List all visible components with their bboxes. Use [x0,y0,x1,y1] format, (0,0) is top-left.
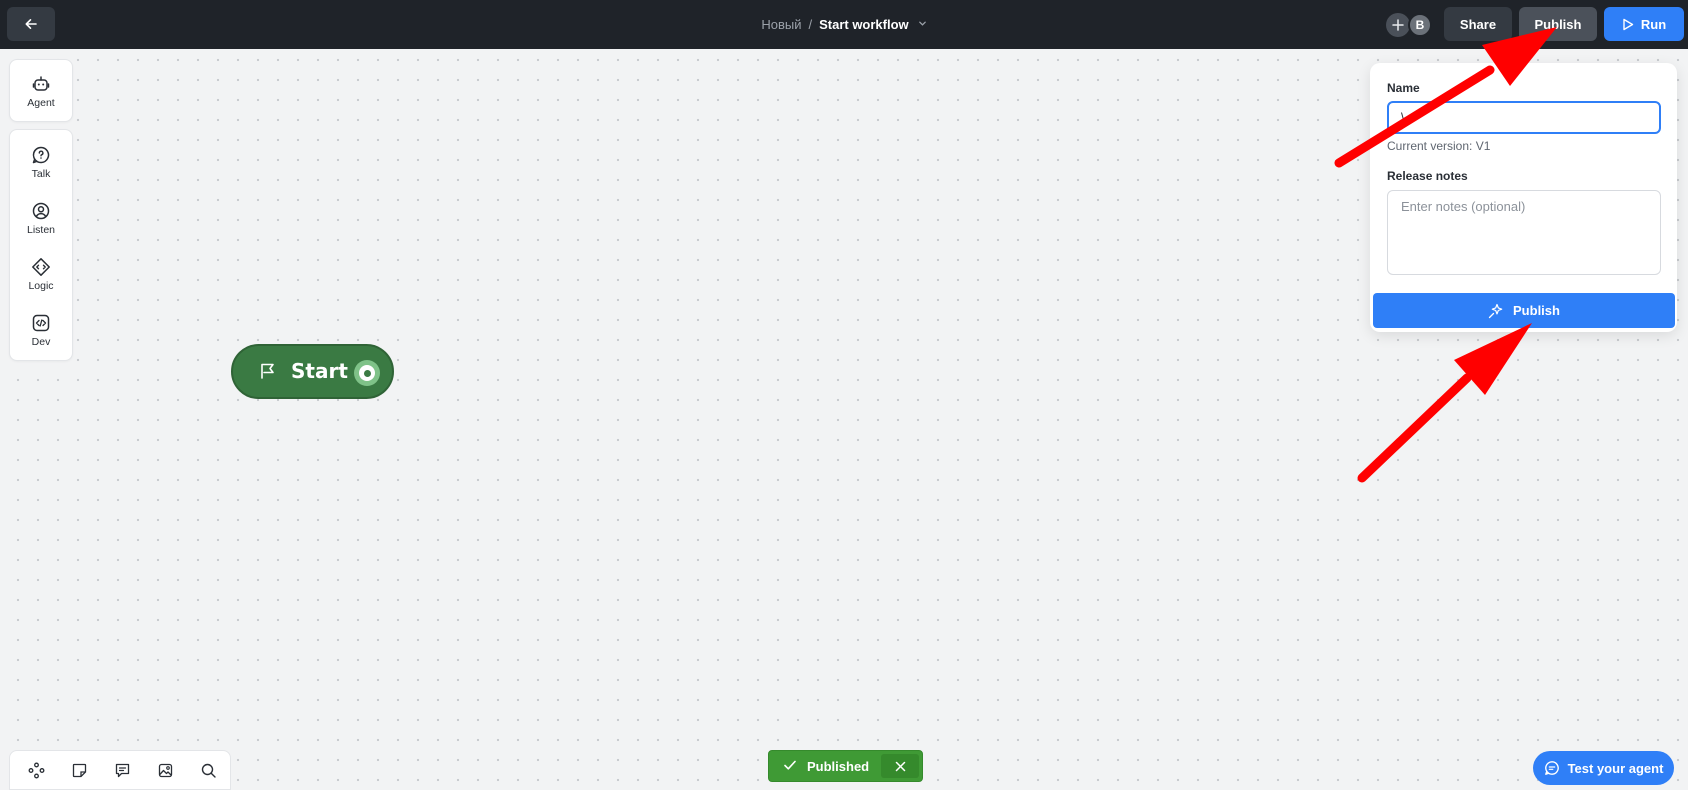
flag-icon [261,363,274,379]
start-node-output-port[interactable] [354,360,380,386]
diamond-arrows-icon [32,257,50,276]
publish-button[interactable]: Publish [1519,7,1597,41]
agent-toolbox: Agent [9,59,73,122]
tool-listen[interactable]: Listen [10,193,72,243]
start-node[interactable]: Start [231,344,394,399]
tool-label: Listen [26,223,56,236]
comment-icon[interactable] [112,760,132,780]
top-bar: Новый / Start workflow B Share Publish R… [0,0,1688,49]
tool-label: Agent [27,96,55,109]
image-icon[interactable] [155,760,175,780]
name-label: Name [1387,81,1420,95]
back-button[interactable] [7,7,55,41]
close-icon [895,761,905,771]
publish-panel: Name Current version: V1 Release notes P… [1370,63,1677,332]
sticky-note-icon[interactable] [69,760,89,780]
share-button[interactable]: Share [1444,7,1512,41]
tool-talk[interactable]: Talk [10,137,72,187]
breadcrumb-parent[interactable]: Новый [761,17,801,32]
current-version-text: Current version: V1 [1387,139,1491,153]
steps-toolbox: Talk Listen Logic Dev [9,129,73,361]
tool-label: Dev [31,335,51,348]
search-icon[interactable] [198,760,218,780]
tool-dev[interactable]: Dev [10,305,72,355]
version-name-input[interactable] [1387,101,1661,134]
workflow-title[interactable]: Start workflow [819,17,909,32]
run-button[interactable]: Run [1604,7,1684,41]
toast-close-button[interactable] [881,754,919,778]
test-agent-label: Test your agent [1567,760,1664,776]
avatar[interactable]: B [1408,13,1432,37]
sparkle-icon [1488,303,1503,318]
chat-icon [1544,761,1559,775]
tool-logic[interactable]: Logic [10,249,72,299]
test-agent-button[interactable]: Test your agent [1533,751,1674,785]
tool-agent[interactable]: Agent [10,66,72,116]
published-toast: Published [768,750,923,782]
speech-bubble-icon [32,146,50,163]
tool-label: Logic [28,279,54,292]
add-collaborator-button[interactable] [1386,13,1410,37]
check-icon [784,760,796,770]
release-notes-label: Release notes [1387,169,1468,183]
release-notes-input[interactable] [1387,190,1661,275]
breadcrumb-separator: / [808,17,813,32]
confirm-publish-button[interactable]: Publish [1373,293,1675,328]
run-label: Run [1640,16,1667,32]
annotation-arrow-bottom [1357,323,1532,483]
breadcrumb: Новый / Start workflow [0,0,1688,49]
chevron-down-icon[interactable] [918,19,927,31]
toast-message: Published [807,759,870,774]
code-icon [32,314,50,331]
plus-icon [1392,19,1404,31]
start-node-label: Start [291,359,348,383]
play-icon [1623,18,1634,30]
user-circle-icon [32,202,50,219]
arrow-left-icon [25,19,37,29]
confirm-publish-label: Publish [1513,303,1560,318]
bottom-toolbar [9,750,231,790]
tool-label: Talk [31,167,51,180]
robot-icon [32,75,50,91]
nodes-icon[interactable] [26,760,46,780]
